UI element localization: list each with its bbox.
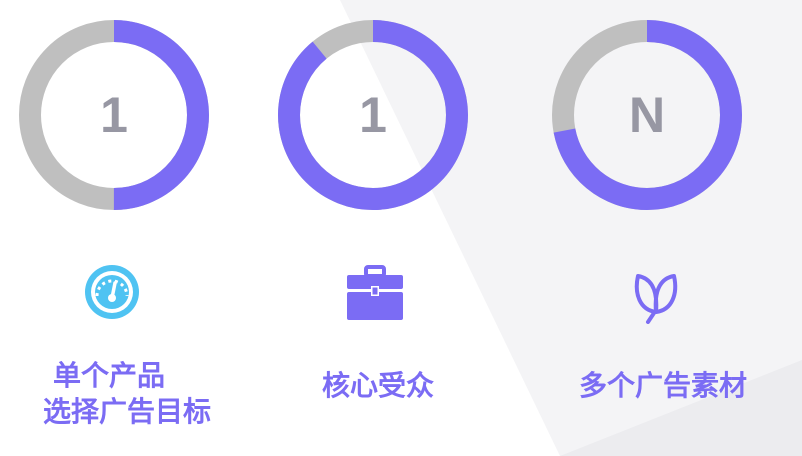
ring-number-1: 1 (100, 87, 128, 143)
speedometer-icon (82, 262, 142, 322)
ring-number-2: 1 (359, 87, 387, 143)
briefcase-icon (345, 264, 405, 324)
progress-ring-3: N (550, 18, 744, 212)
progress-ring-1: 1 (17, 18, 211, 212)
caption-1-line-2: 选择广告目标 (42, 395, 211, 428)
caption-1: 单个产品 选择广告目标 (22, 358, 232, 430)
caption-1-line-1: 单个产品 (52, 359, 165, 392)
ring-number-3: N (628, 87, 666, 143)
caption-2: 核心受众 (322, 369, 435, 402)
leaf-icon (626, 264, 686, 324)
progress-ring-2: 1 (276, 18, 470, 212)
caption-3: 多个广告素材 (579, 369, 748, 402)
